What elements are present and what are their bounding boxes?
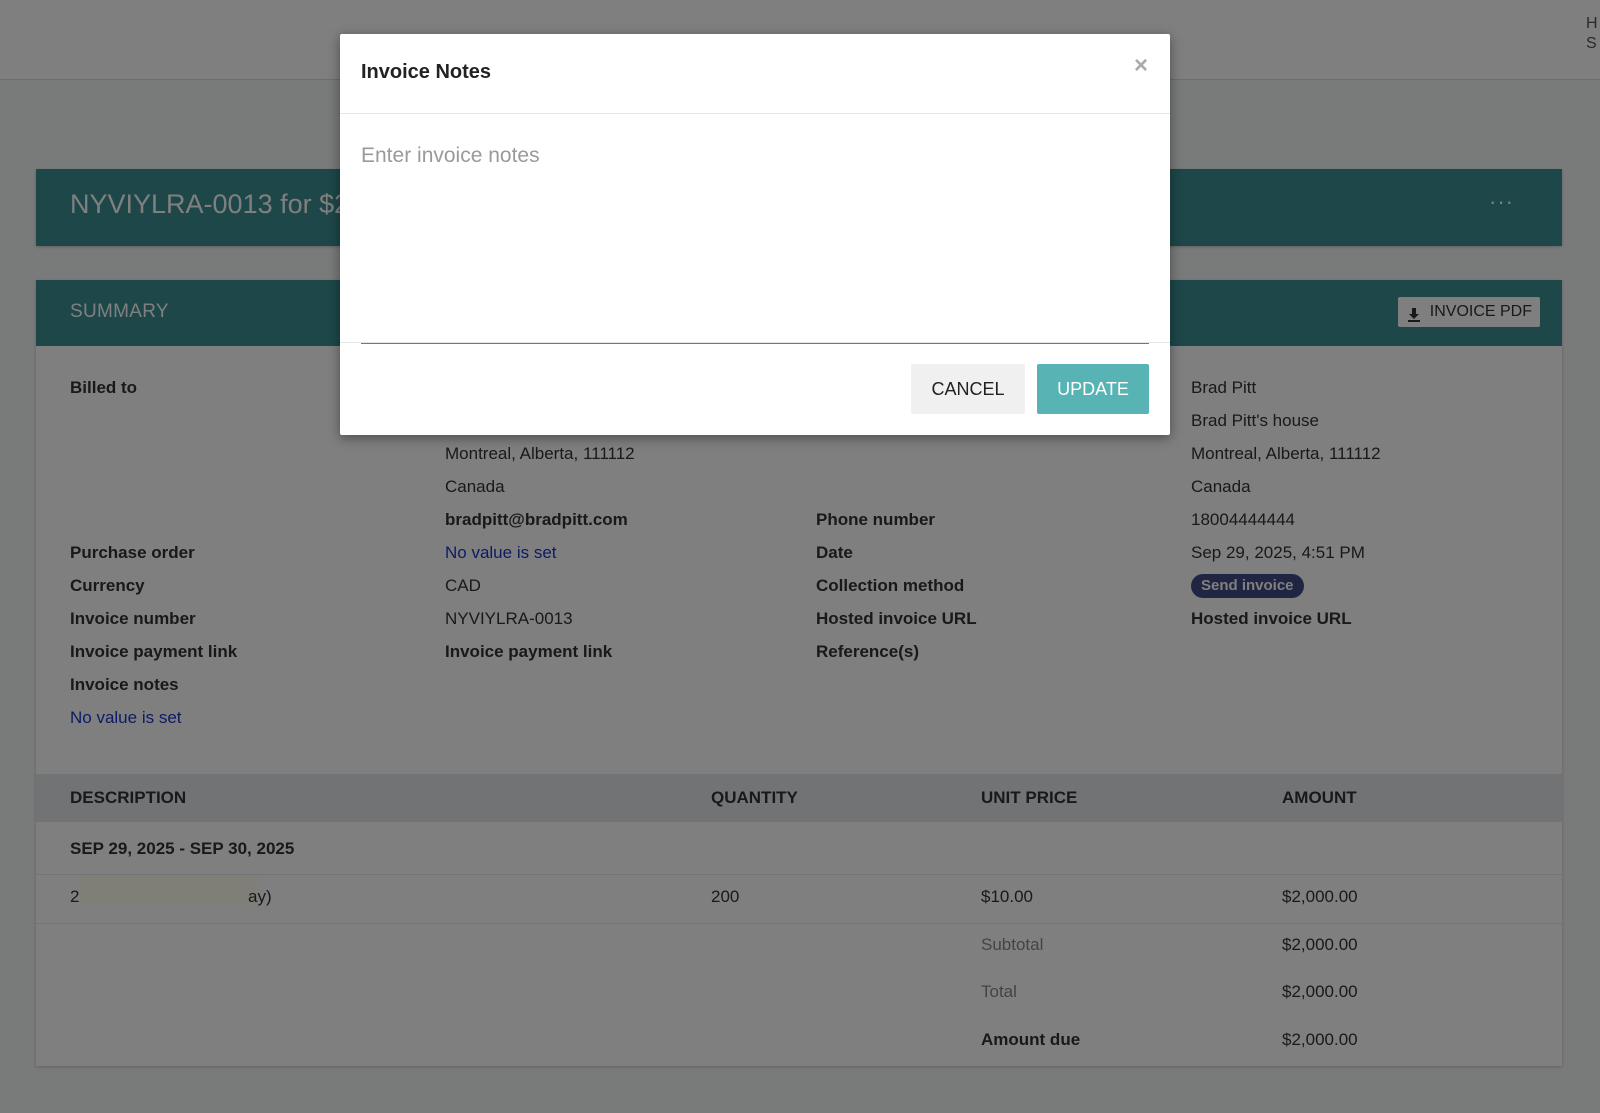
cancel-button[interactable]: CANCEL bbox=[911, 364, 1025, 414]
dialog-divider bbox=[340, 342, 1170, 343]
dialog-divider bbox=[340, 113, 1170, 114]
dialog-title: Invoice Notes bbox=[361, 61, 492, 83]
invoice-notes-dialog: Invoice Notes × CANCEL UPDATE bbox=[340, 34, 1170, 435]
update-button[interactable]: UPDATE bbox=[1037, 364, 1149, 414]
invoice-notes-input[interactable] bbox=[361, 144, 1149, 344]
close-icon[interactable]: × bbox=[1134, 52, 1148, 80]
